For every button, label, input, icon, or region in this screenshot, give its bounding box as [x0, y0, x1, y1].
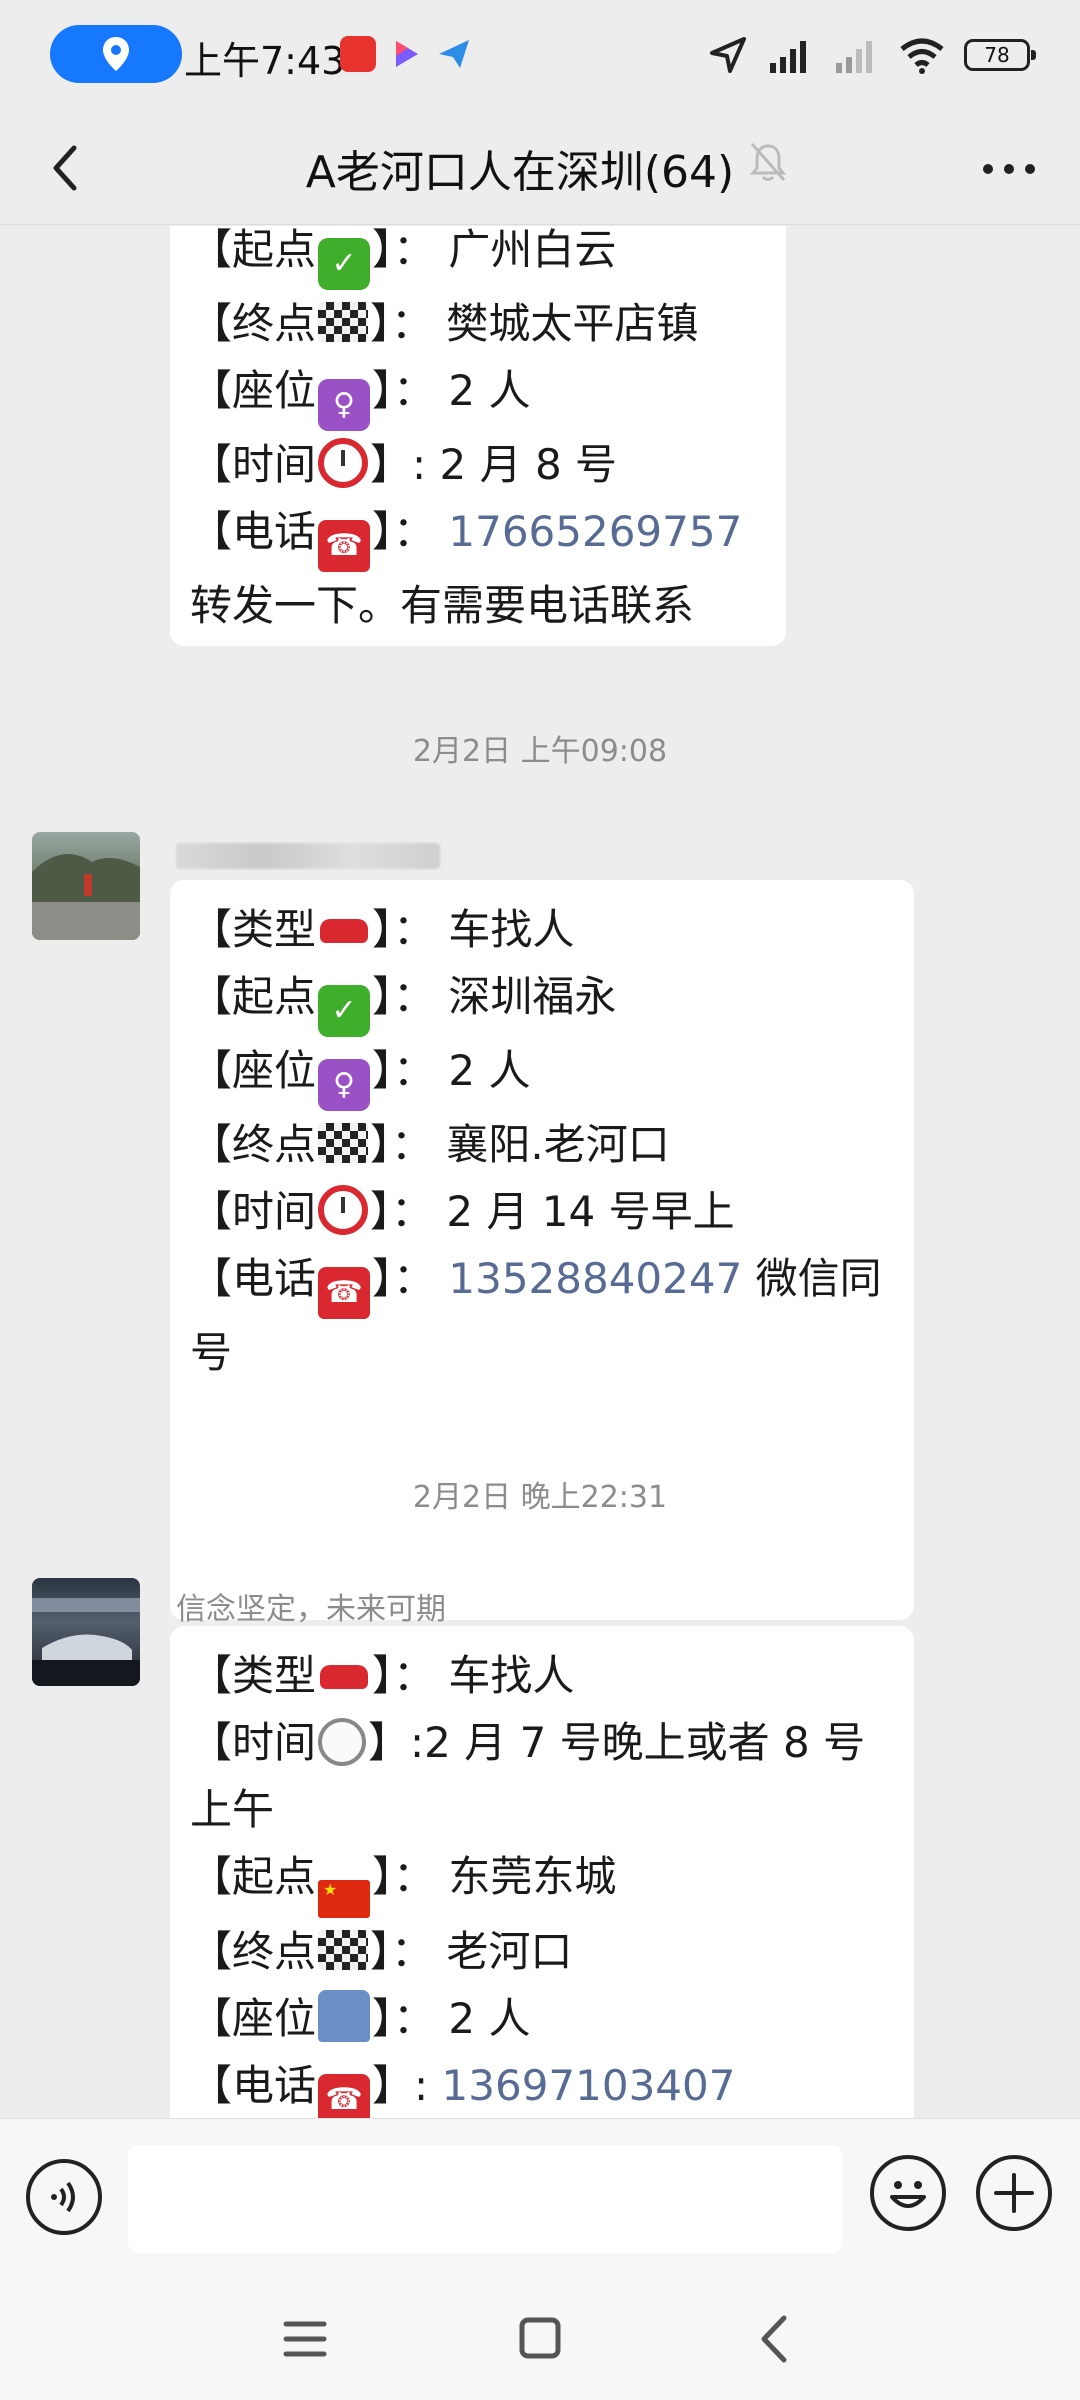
- message-line: 【电话 ☎】： 17665269757: [190, 498, 766, 572]
- back-triangle-icon: [761, 2315, 787, 2363]
- message-bubble[interactable]: 【类型】： 车找人 【时间 】:2 月 7 号晚上或者 8 号 上午 【起点 ★】：…: [170, 1626, 914, 2118]
- voice-icon: [51, 2181, 75, 2213]
- status-indicators: 78: [708, 30, 1036, 80]
- message-line: 【终点】： 老河口: [190, 1927, 573, 1976]
- car-icon: [318, 1647, 370, 1699]
- menu-button[interactable]: [270, 2308, 340, 2370]
- message-line: 【时间 】:2 月 7 号晚上或者 8 号: [190, 1718, 866, 1767]
- message-timestamp: 2月2日 上午09:08: [412, 734, 668, 769]
- menu-icon: [283, 2321, 327, 2357]
- hd-signal-icon: [770, 41, 806, 73]
- message-line: 【座位】： 2 人: [190, 1985, 894, 2052]
- message-line: 【电话 ☎】: 13697103407: [190, 2052, 894, 2118]
- emoji-button[interactable]: [870, 2155, 946, 2231]
- message-line: 上午: [190, 1785, 275, 1834]
- message-line: 【起点 ✓】： 广州白云: [190, 226, 766, 290]
- message-line: 【电话 ☎】： 13528840247 微信同: [190, 1245, 894, 1319]
- china-flag-icon: ★: [318, 1880, 371, 1918]
- more-dots-icon: [983, 164, 1035, 174]
- chat-header: A老河口人在深圳(64): [0, 110, 1080, 225]
- chat-title: A老河口人在深圳(64): [305, 147, 735, 198]
- message-line: 【座位 ♀】： 2 人: [190, 357, 766, 431]
- check-mark-icon: ✓: [318, 985, 371, 1037]
- checkered-flag-icon: [318, 1123, 369, 1163]
- battery-icon: 78: [964, 39, 1036, 71]
- avatar[interactable]: [32, 832, 140, 940]
- signal-icon: [836, 41, 872, 73]
- car-icon: [318, 901, 370, 953]
- message-input[interactable]: [128, 2145, 842, 2253]
- nav-back-button[interactable]: [740, 2308, 810, 2370]
- phone-link[interactable]: 13697103407: [442, 2061, 736, 2110]
- plus-icon: [994, 2173, 1034, 2213]
- telephone-icon: ☎: [318, 1267, 371, 1319]
- more-button[interactable]: [974, 144, 1044, 194]
- wifi-icon: [900, 38, 944, 74]
- location-pill[interactable]: [50, 25, 182, 83]
- plus-button[interactable]: [976, 2155, 1052, 2231]
- telephone-icon: ☎: [318, 2074, 371, 2118]
- navigation-arrow-icon: [710, 37, 746, 73]
- input-bar: [0, 2118, 1080, 2278]
- plane-app-icon: [436, 36, 472, 72]
- checkered-flag-icon: [318, 302, 369, 342]
- checkered-flag-icon: [318, 1930, 369, 1970]
- message-line: 【类型】： 车找人: [190, 896, 894, 963]
- person-icon: ♀: [318, 1059, 371, 1111]
- message-bubble[interactable]: 【起点 ✓】： 广州白云 【终点】： 樊城太平店镇 【座位 ♀】： 2 人 【时间】…: [170, 226, 786, 646]
- alarm-clock-icon: [318, 1185, 369, 1235]
- video-app-icon: [388, 36, 424, 72]
- status-time: 上午7:43: [184, 39, 346, 83]
- message-line: 转发一下。有需要电话联系: [190, 581, 695, 630]
- message-timestamp: 2月2日 晚上22:31: [412, 1480, 668, 1515]
- bell-muted-icon: [748, 140, 788, 188]
- location-icon: [103, 37, 129, 71]
- avatar[interactable]: [32, 1578, 140, 1686]
- message-line: 【起点 ✓】： 深圳福永: [190, 963, 894, 1037]
- clock-icon: [318, 1718, 367, 1766]
- chat-messages[interactable]: 【起点 ✓】： 广州白云 【终点】： 樊城太平店镇 【座位 ♀】： 2 人 【时间】…: [0, 226, 1080, 2118]
- sender-name: 信念坚定，未来可期: [176, 1592, 446, 1627]
- home-square-icon: [519, 2317, 561, 2359]
- message-line: 【终点】： 樊城太平店镇: [190, 299, 699, 348]
- check-mark-icon: ✓: [318, 238, 371, 290]
- smiley-icon: [890, 2181, 926, 2208]
- phone-link[interactable]: 13528840247: [448, 1254, 742, 1303]
- home-button[interactable]: [505, 2308, 575, 2370]
- status-bar: 上午7:43 78: [0, 0, 1080, 110]
- system-nav-bar: [0, 2278, 1080, 2400]
- person-icon: ♀: [318, 379, 371, 431]
- message-line: 【座位 ♀】： 2 人: [190, 1037, 894, 1111]
- message-line: 【起点 ★】： 东莞东城: [190, 1843, 894, 1918]
- xiaohongshu-icon: [340, 36, 376, 72]
- phone-link[interactable]: 17665269757: [448, 507, 742, 556]
- sender-name: [176, 843, 440, 869]
- telephone-icon: ☎: [318, 520, 371, 572]
- voice-button[interactable]: [26, 2159, 102, 2235]
- message-line: 号: [190, 1328, 233, 1377]
- message-line: 【终点】： 襄阳.老河口: [190, 1120, 670, 1169]
- alarm-clock-icon: [318, 438, 369, 488]
- message-line: 【时间】： 2 月 14 号早上: [190, 1185, 735, 1236]
- seat-icon: [318, 1990, 371, 2042]
- message-line: 【类型】： 车找人: [190, 1642, 894, 1709]
- message-line: 【时间】: 2 月 8 号: [190, 438, 618, 489]
